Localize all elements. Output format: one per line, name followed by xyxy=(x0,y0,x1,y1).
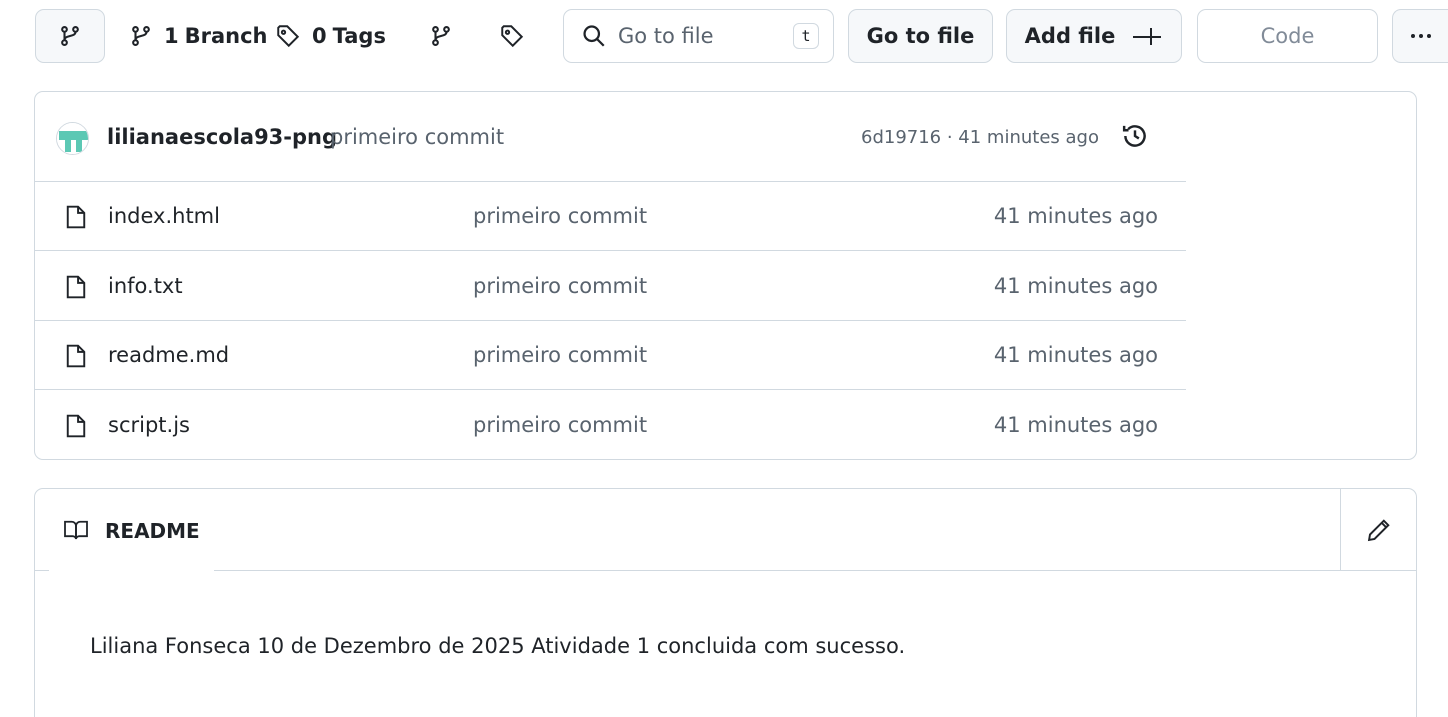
tag-icon xyxy=(276,24,300,48)
add-file-label: Add file xyxy=(1024,24,1116,48)
pencil-icon xyxy=(1367,518,1391,542)
file-icon xyxy=(65,343,87,369)
tag-icon xyxy=(500,24,524,48)
branches-link[interactable]: 1 Branch xyxy=(130,9,268,63)
file-row[interactable]: index.html primeiro commit 41 minutes ag… xyxy=(35,182,1186,251)
file-icon xyxy=(65,204,87,230)
file-commit-date: 41 minutes ago xyxy=(993,204,1158,228)
branch-icon-button[interactable] xyxy=(430,9,452,63)
file-icon xyxy=(65,274,87,300)
file-commit-date: 41 minutes ago xyxy=(993,274,1158,298)
branch-selector-button[interactable] xyxy=(35,9,105,63)
more-options-button[interactable] xyxy=(1392,9,1448,63)
keyboard-shortcut-hint: t xyxy=(793,23,819,49)
go-to-file-label: Go to file xyxy=(866,24,975,48)
branch-label: Branch xyxy=(184,24,268,48)
readme-header xyxy=(35,489,1416,571)
branch-count: 1 xyxy=(164,24,179,48)
code-button[interactable]: Code xyxy=(1197,9,1378,63)
file-commit-message-link[interactable]: primeiro commit xyxy=(473,413,647,437)
go-to-file-search[interactable]: Go to file t xyxy=(563,9,834,63)
plus-icon xyxy=(1131,25,1163,47)
add-file-button[interactable]: Add file xyxy=(1006,9,1182,63)
tag-label: Tags xyxy=(332,24,386,48)
file-name-link[interactable]: script.js xyxy=(108,413,190,437)
readme-panel: README Liliana Fonseca 10 de Dezembro de… xyxy=(34,488,1417,717)
readme-tab[interactable]: README xyxy=(49,489,214,572)
kebab-horizontal-icon xyxy=(1410,33,1432,39)
tag-icon-button[interactable] xyxy=(500,9,524,63)
latest-commit-bar: lilianaescola93-png primeiro commit 6d19… xyxy=(35,92,1186,182)
book-icon xyxy=(63,519,89,541)
history-icon[interactable] xyxy=(1121,122,1149,150)
file-list-panel: lilianaescola93-png primeiro commit 6d19… xyxy=(34,91,1417,460)
search-icon xyxy=(582,24,606,48)
file-commit-message-link[interactable]: primeiro commit xyxy=(473,204,647,228)
avatar[interactable] xyxy=(56,122,89,155)
readme-tab-label: README xyxy=(105,519,200,543)
tag-count: 0 xyxy=(312,24,327,48)
edit-readme-button[interactable] xyxy=(1340,489,1416,571)
file-commit-message-link[interactable]: primeiro commit xyxy=(473,343,647,367)
git-branch-icon xyxy=(430,24,452,48)
git-branch-icon xyxy=(130,24,152,48)
file-icon xyxy=(65,413,87,439)
file-row[interactable]: info.txt primeiro commit 41 minutes ago xyxy=(35,252,1186,321)
search-placeholder: Go to file xyxy=(618,24,714,48)
file-commit-date: 41 minutes ago xyxy=(993,413,1158,437)
file-name-link[interactable]: index.html xyxy=(108,204,220,228)
file-row[interactable]: script.js primeiro commit 41 minutes ago xyxy=(35,391,1186,459)
code-label: Code xyxy=(1260,24,1315,48)
commit-hash-and-time[interactable]: 6d19716 · 41 minutes ago xyxy=(861,127,1099,148)
file-commit-date: 41 minutes ago xyxy=(993,343,1158,367)
file-name-link[interactable]: readme.md xyxy=(108,343,229,367)
commit-message-link[interactable]: primeiro commit xyxy=(330,125,504,149)
file-row[interactable]: readme.md primeiro commit 41 minutes ago xyxy=(35,321,1186,390)
tags-link[interactable]: 0 Tags xyxy=(276,9,386,63)
file-name-link[interactable]: info.txt xyxy=(108,274,183,298)
file-commit-message-link[interactable]: primeiro commit xyxy=(473,274,647,298)
readme-content: Liliana Fonseca 10 de Dezembro de 2025 A… xyxy=(90,634,906,658)
git-branch-icon xyxy=(59,24,81,48)
go-to-file-button[interactable]: Go to file xyxy=(848,9,993,63)
commit-author-link[interactable]: lilianaescola93-png xyxy=(107,125,337,149)
